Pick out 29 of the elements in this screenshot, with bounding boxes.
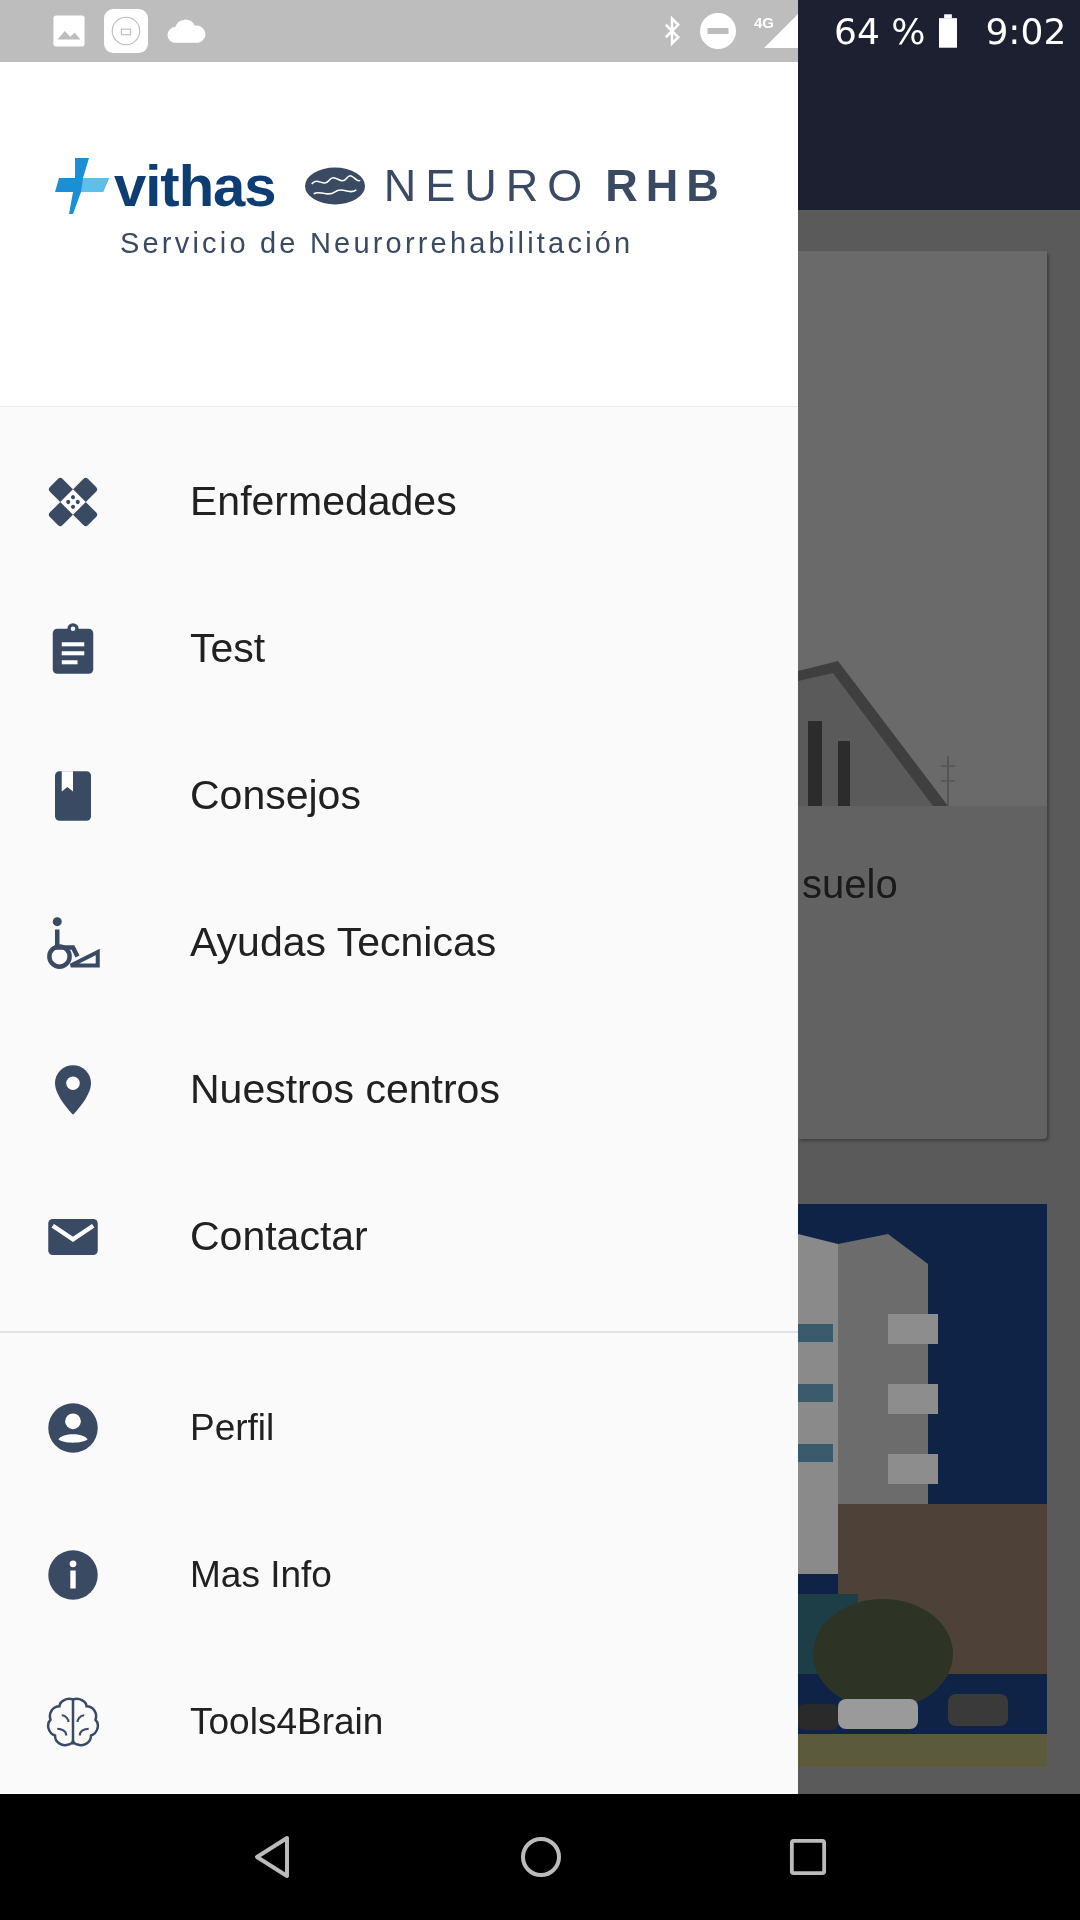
network-label: 4G (754, 14, 774, 31)
menu-item[interactable]: Tools4Brain (0, 1648, 798, 1794)
menu-item[interactable]: Consejos (0, 722, 798, 869)
menu-item[interactable]: Mas Info (0, 1501, 798, 1648)
menu-item[interactable]: Test (0, 575, 798, 722)
menu-item[interactable]: Enfermedades (0, 428, 798, 575)
menu-item[interactable]: Contactar (0, 1163, 798, 1310)
tagline: Servicio de Neurorrehabilitación (120, 227, 635, 260)
product-suffix: RHB (605, 159, 727, 212)
info-icon (46, 1547, 100, 1602)
clock: 9:02 (985, 10, 1067, 52)
profile-icon (46, 1400, 100, 1455)
product-name: NEURO (383, 159, 592, 212)
gallery-icon (52, 14, 86, 48)
app-icon (104, 9, 148, 53)
brain-icon (303, 165, 366, 206)
cloud-icon (166, 18, 208, 44)
card-title: suelo (801, 862, 899, 907)
brand-name: vithas (114, 152, 276, 219)
home-icon[interactable] (519, 1835, 563, 1879)
menu-item[interactable]: Perfil (0, 1354, 798, 1501)
menu-item[interactable]: Ayudas Tecnicas (0, 869, 798, 1016)
recents-icon[interactable] (789, 1838, 827, 1876)
wheelchair-icon (46, 915, 100, 970)
bluetooth-icon (662, 14, 682, 48)
battery-percent: 64 % (834, 10, 926, 52)
menu-item[interactable]: Nuestros centros (0, 1016, 798, 1163)
do-not-disturb-icon (700, 13, 736, 49)
battery-icon (939, 14, 958, 48)
